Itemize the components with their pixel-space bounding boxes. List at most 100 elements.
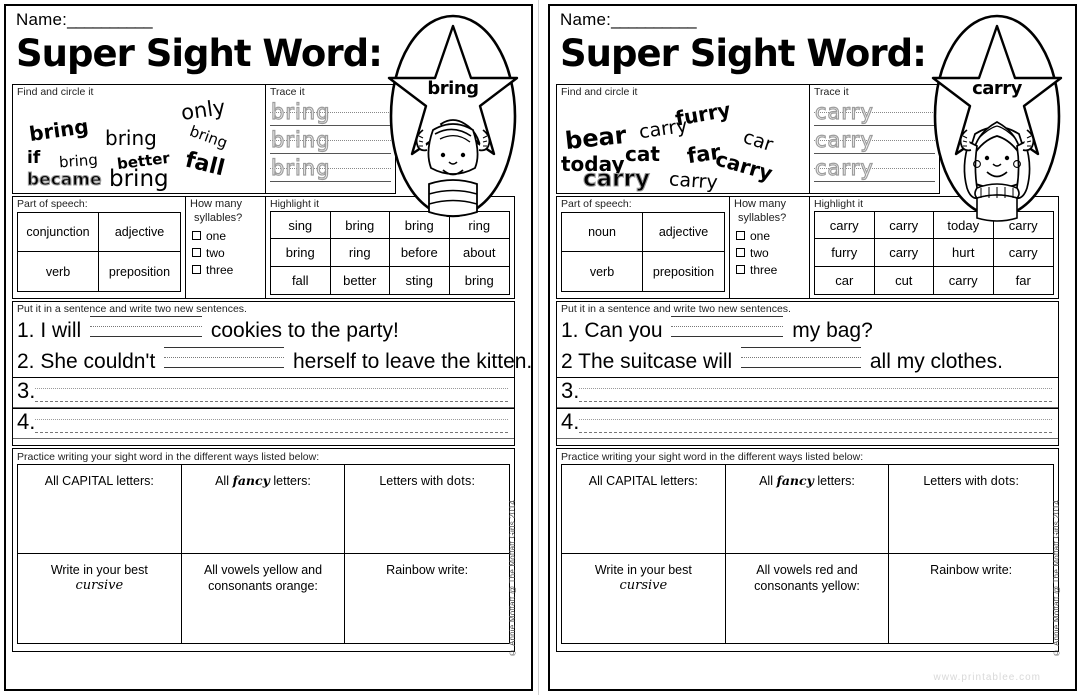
- part-of-speech-option[interactable]: conjunction: [18, 213, 99, 252]
- practice-cell[interactable]: Write in your best cursive: [18, 554, 182, 643]
- trace-line[interactable]: carry: [814, 99, 935, 126]
- part-of-speech-option[interactable]: verb: [18, 252, 99, 291]
- checkbox-icon[interactable]: [192, 265, 201, 274]
- practice-cell[interactable]: All fancy letters:: [725, 465, 890, 554]
- practice-cell-text: cursive: [619, 578, 668, 593]
- highlight-cell[interactable]: carry: [934, 266, 994, 294]
- word-cloud-item[interactable]: cat: [625, 144, 660, 164]
- word-cloud-item[interactable]: bring: [105, 128, 157, 148]
- practice-cell-text: dots: [990, 474, 1016, 488]
- highlight-cell[interactable]: carry: [993, 239, 1053, 267]
- syllable-option[interactable]: three: [736, 261, 809, 278]
- part-of-speech-option[interactable]: adjective: [643, 213, 724, 252]
- word-cloud-item[interactable]: carry: [668, 168, 718, 193]
- highlight-cell[interactable]: far: [994, 267, 1054, 294]
- trace-line[interactable]: bring: [270, 99, 391, 126]
- practice-cell[interactable]: Rainbow write:: [345, 554, 509, 643]
- sentence-blank[interactable]: [741, 347, 862, 368]
- sentence-ruled-line[interactable]: 3.: [13, 377, 514, 408]
- word-cloud-item[interactable]: bring: [187, 122, 230, 152]
- sentence-ruled-line[interactable]: 3.: [557, 377, 1058, 408]
- highlight-cell[interactable]: furry: [815, 239, 875, 267]
- word-cloud-item[interactable]: bear: [564, 121, 628, 155]
- word-cloud-item[interactable]: if: [27, 150, 40, 167]
- trace-line[interactable]: carry: [814, 127, 935, 154]
- guide-line-base: [579, 432, 1052, 433]
- word-cloud-item[interactable]: only: [179, 95, 226, 125]
- checkbox-icon[interactable]: [192, 231, 201, 240]
- highlight-cell[interactable]: hurt: [934, 239, 994, 267]
- practice-cell[interactable]: Write in your best cursive: [562, 554, 726, 643]
- practice-cell[interactable]: All fancy letters:: [181, 465, 346, 554]
- highlight-cell[interactable]: bring: [330, 212, 390, 240]
- word-cloud-item[interactable]: became: [26, 171, 102, 189]
- practice-cell-text: cursive: [75, 578, 124, 593]
- highlight-cell[interactable]: bring: [450, 267, 510, 294]
- syllable-option[interactable]: two: [736, 244, 809, 261]
- checkbox-icon[interactable]: [736, 265, 745, 274]
- sentence-ruled-line[interactable]: 4.: [557, 408, 1058, 439]
- highlight-cell[interactable]: bring: [271, 239, 331, 267]
- word-cloud-item[interactable]: bring: [28, 114, 90, 146]
- highlight-cell[interactable]: sting: [390, 266, 450, 294]
- highlight-cell[interactable]: fall: [271, 266, 331, 294]
- sentence-ruled-line[interactable]: 4.: [13, 408, 514, 439]
- highlight-cell[interactable]: sing: [271, 212, 331, 240]
- name-blank[interactable]: __________: [67, 10, 153, 29]
- highlight-cell[interactable]: carry: [874, 239, 934, 267]
- practice-box: Practice writing your sight word in the …: [556, 448, 1059, 652]
- highlight-cell[interactable]: about: [449, 239, 509, 267]
- checkbox-icon[interactable]: [736, 231, 745, 240]
- practice-cell[interactable]: All CAPITAL letters:: [18, 465, 182, 554]
- word-cloud-item[interactable]: car: [740, 126, 775, 156]
- trace-lines: bring bring bring: [266, 99, 395, 182]
- copyright-notice: © Annie Moffatt @ The Moffatt Girls 2014: [508, 499, 517, 657]
- highlight-cell[interactable]: car: [815, 266, 875, 294]
- highlight-cell[interactable]: today: [934, 212, 994, 240]
- guide-line-bottom: [13, 438, 514, 439]
- syllable-option[interactable]: one: [736, 227, 809, 244]
- sentence-number: 4.: [561, 409, 580, 434]
- checkbox-icon[interactable]: [192, 248, 201, 257]
- sentence-blank[interactable]: [164, 347, 285, 368]
- highlight-cell[interactable]: carry: [993, 212, 1053, 240]
- part-of-speech-option[interactable]: noun: [562, 213, 643, 252]
- sentence-text-before: I will: [34, 319, 88, 342]
- syllable-option[interactable]: three: [192, 261, 265, 278]
- highlight-cell[interactable]: better: [331, 266, 390, 294]
- practice-cell[interactable]: Rainbow write:: [889, 554, 1053, 643]
- highlight-cell[interactable]: bring: [390, 212, 450, 240]
- practice-cell[interactable]: All vowels yellow and consonants orange:: [182, 554, 346, 643]
- highlight-label: Highlight it: [814, 198, 864, 210]
- part-of-speech-option[interactable]: preposition: [643, 252, 724, 291]
- practice-cell[interactable]: Letters with dots:: [345, 465, 509, 554]
- highlight-cell[interactable]: carry: [874, 212, 934, 240]
- highlight-cell[interactable]: cut: [875, 266, 934, 294]
- highlight-cell[interactable]: ring: [449, 212, 509, 240]
- trace-line[interactable]: bring: [270, 127, 391, 154]
- part-of-speech-option[interactable]: preposition: [99, 252, 180, 291]
- part-of-speech-option[interactable]: adjective: [99, 213, 180, 252]
- syllable-option[interactable]: two: [192, 244, 265, 261]
- sentence-blank[interactable]: [671, 316, 784, 337]
- trace-line[interactable]: bring: [270, 155, 391, 182]
- highlight-cell[interactable]: before: [390, 239, 450, 267]
- name-blank[interactable]: __________: [611, 10, 697, 29]
- practice-cell[interactable]: All CAPITAL letters:: [562, 465, 726, 554]
- sentence-blank[interactable]: [90, 316, 203, 337]
- practice-cell[interactable]: Letters with dots:: [889, 465, 1053, 554]
- highlight-cell[interactable]: carry: [815, 212, 875, 240]
- word-cloud-item[interactable]: carry: [638, 115, 689, 144]
- word-cloud-item[interactable]: bring: [58, 151, 98, 172]
- highlight-cell[interactable]: ring: [330, 239, 390, 267]
- practice-cell[interactable]: All vowels red and consonants yellow:: [726, 554, 890, 643]
- part-of-speech-option[interactable]: verb: [562, 252, 643, 291]
- find-and-circle-box: Find and circle it bring only bring bring if b…: [12, 84, 266, 194]
- word-cloud-item[interactable]: carry: [582, 167, 650, 191]
- checkbox-icon[interactable]: [736, 248, 745, 257]
- trace-line[interactable]: carry: [814, 155, 935, 182]
- syllable-option[interactable]: one: [192, 227, 265, 244]
- sentence-number: 1.: [17, 319, 35, 342]
- word-cloud-item[interactable]: fall: [183, 148, 227, 182]
- word-cloud-item[interactable]: bring: [109, 168, 169, 191]
